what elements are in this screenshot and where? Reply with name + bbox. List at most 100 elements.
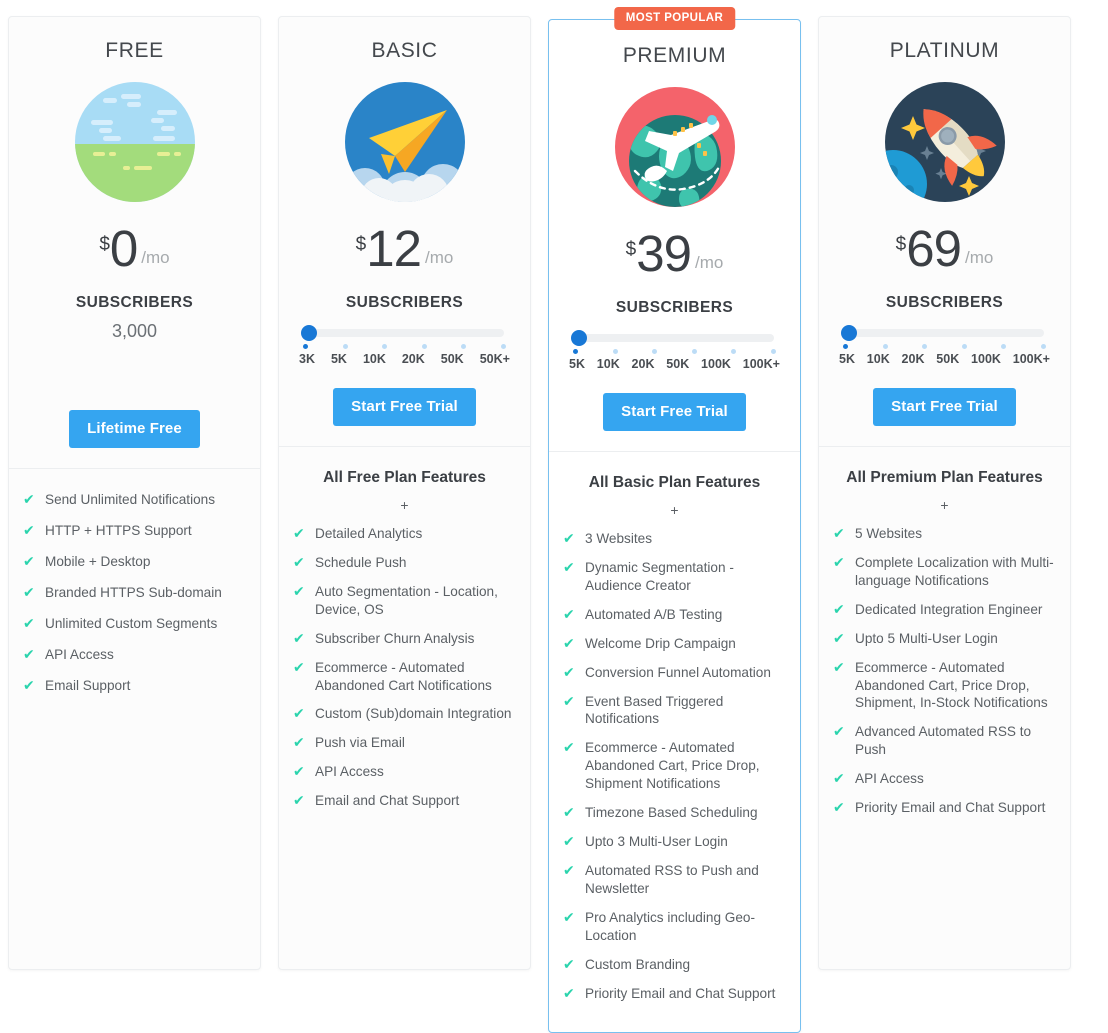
slider-track[interactable] xyxy=(571,329,774,346)
feature-label: API Access xyxy=(315,764,384,780)
feature-item: ✔ Custom (Sub)domain Integration xyxy=(293,705,516,723)
feature-label: HTTP + HTTPS Support xyxy=(45,522,192,538)
feature-item: ✔ Conversion Funnel Automation xyxy=(563,664,786,682)
feature-label: Ecommerce - Automated Abandoned Cart Not… xyxy=(315,659,492,693)
slider-tick-label: 100K+ xyxy=(742,356,780,371)
slider-tick-labels: 5K 10K 20K 50K 100K 100K+ xyxy=(839,352,1050,366)
slider-tick-dot xyxy=(652,348,658,354)
plan-name: FREE xyxy=(105,39,164,62)
check-icon: ✔ xyxy=(563,833,575,850)
price-amount: 39 xyxy=(636,225,692,282)
slider-tick-label: 5K xyxy=(839,351,855,366)
slider-tick-dot xyxy=(573,348,578,354)
check-icon: ✔ xyxy=(563,605,575,622)
slider-track[interactable] xyxy=(301,324,504,341)
feature-item: ✔ Mobile + Desktop xyxy=(23,553,246,571)
check-icon: ✔ xyxy=(833,524,845,541)
feature-label: Ecommerce - Automated Abandoned Cart, Pr… xyxy=(855,659,1048,711)
slider-tick-dots xyxy=(843,343,1046,349)
feature-item: ✔ API Access xyxy=(293,763,516,781)
feature-item: ✔ Event Based Triggered Notifications xyxy=(563,693,786,729)
feature-label: Push via Email xyxy=(315,735,405,751)
check-icon: ✔ xyxy=(563,984,575,1001)
feature-label: Pro Analytics including Geo-Location xyxy=(585,909,756,943)
slider-tick-label: 5K xyxy=(330,351,347,366)
cta-button[interactable]: Start Free Trial xyxy=(333,387,476,426)
slider-tick-dot xyxy=(1040,343,1046,349)
feature-item: ✔ Unlimited Custom Segments xyxy=(23,615,246,633)
pricing-plans-grid: FREE $ 0 /mo SUBSCRIBERS 3,000 Lifetime … xyxy=(0,0,1108,1033)
feature-item: ✔ HTTP + HTTPS Support xyxy=(23,522,246,540)
feature-item: ✔ Auto Segmentation - Location, Device, O… xyxy=(293,583,516,619)
cta-button[interactable]: Start Free Trial xyxy=(873,387,1016,426)
subscribers-slider[interactable]: 5K 10K 20K 50K 100K 100K+ xyxy=(833,324,1056,366)
feature-item: ✔ Subscriber Churn Analysis xyxy=(293,630,516,648)
subscribers-slider[interactable]: 5K 10K 20K 50K 100K 100K+ xyxy=(563,329,786,371)
feature-item: ✔ Send Unlimited Notifications xyxy=(23,491,246,509)
feature-label: Timezone Based Scheduling xyxy=(585,805,758,821)
features-list: ✔ 3 Websites ✔ Dynamic Segmentation - Audie… xyxy=(563,530,786,1003)
feature-label: Automated RSS to Push and Newsletter xyxy=(585,863,759,897)
feature-label: Priority Email and Chat Support xyxy=(585,985,776,1001)
check-icon: ✔ xyxy=(293,629,305,646)
feature-label: 5 Websites xyxy=(855,525,922,541)
slider-tick-dot xyxy=(612,348,618,354)
features-section: ✔ Send Unlimited Notifications ✔ HTTP + HTT… xyxy=(9,469,260,726)
feature-item: ✔ API Access xyxy=(833,770,1056,788)
check-icon: ✔ xyxy=(563,908,575,925)
slider-tick-dot xyxy=(882,343,888,349)
subscribers-slider[interactable]: 3K 5K 10K 20K 50K 50K+ xyxy=(293,324,516,366)
paper-plane-icon xyxy=(343,80,467,204)
feature-item: ✔ Timezone Based Scheduling xyxy=(563,804,786,822)
slider-knob[interactable] xyxy=(301,324,317,341)
slider-tick-dot xyxy=(1001,343,1007,349)
feature-label: Dynamic Segmentation - Audience Creator xyxy=(585,559,734,593)
check-icon: ✔ xyxy=(23,552,35,569)
cta-button[interactable]: Start Free Trial xyxy=(603,392,746,431)
currency-symbol: $ xyxy=(355,234,367,255)
slider-tick-label: 10K xyxy=(362,351,386,366)
currency-symbol: $ xyxy=(895,234,907,255)
feature-label: Send Unlimited Notifications xyxy=(45,491,216,507)
feature-item: ✔ Priority Email and Chat Support xyxy=(833,799,1056,817)
slider-tick-label: 100K xyxy=(701,356,731,371)
plan-price: $ 12 /mo xyxy=(293,223,516,274)
feature-label: Conversion Funnel Automation xyxy=(585,664,771,680)
slider-tick-label: 5K xyxy=(569,356,585,371)
slider-knob[interactable] xyxy=(841,324,857,341)
feature-item: ✔ Automated A/B Testing xyxy=(563,606,786,624)
slider-tick-dot xyxy=(421,343,427,349)
cta-wrapper: Lifetime Free xyxy=(23,409,246,448)
price-period: /mo xyxy=(964,248,994,267)
feature-label: 3 Websites xyxy=(585,530,652,546)
feature-item: ✔ Ecommerce - Automated Abandoned Cart, P… xyxy=(563,739,786,793)
currency-symbol: $ xyxy=(625,239,637,260)
slider-tick-labels: 3K 5K 10K 20K 50K 50K+ xyxy=(299,352,510,366)
feature-item: ✔ Complete Localization with Multi-langua… xyxy=(833,554,1056,590)
check-icon: ✔ xyxy=(833,629,845,646)
plan-name: PREMIUM xyxy=(622,44,727,67)
slider-track[interactable] xyxy=(841,324,1044,341)
check-icon: ✔ xyxy=(833,553,845,570)
feature-label: Detailed Analytics xyxy=(315,525,423,541)
plan-name: PLATINUM xyxy=(889,39,1000,62)
slider-tick-label: 20K xyxy=(401,351,425,366)
slider-tick-dot xyxy=(382,343,388,349)
feature-label: Schedule Push xyxy=(315,554,407,570)
feature-label: Custom Branding xyxy=(585,956,691,972)
cta-button[interactable]: Lifetime Free xyxy=(69,409,200,448)
check-icon: ✔ xyxy=(833,770,845,787)
features-list: ✔ Send Unlimited Notifications ✔ HTTP + HTT… xyxy=(23,491,246,695)
feature-label: Welcome Drip Campaign xyxy=(585,635,736,651)
slider-tick-dot xyxy=(691,348,697,354)
slider-knob[interactable] xyxy=(571,329,587,346)
features-title: All Premium Plan Features xyxy=(846,468,1043,486)
price-amount: 0 xyxy=(109,220,138,277)
feature-item: ✔ Detailed Analytics xyxy=(293,525,516,543)
check-icon: ✔ xyxy=(23,645,35,662)
airplane-globe-icon xyxy=(613,85,737,209)
features-list: ✔ 5 Websites ✔ Complete Localization with M… xyxy=(833,525,1056,817)
slider-tick-labels: 5K 10K 20K 50K 100K 100K+ xyxy=(569,357,780,371)
check-icon: ✔ xyxy=(563,862,575,879)
feature-item: ✔ Branded HTTPS Sub-domain xyxy=(23,584,246,602)
